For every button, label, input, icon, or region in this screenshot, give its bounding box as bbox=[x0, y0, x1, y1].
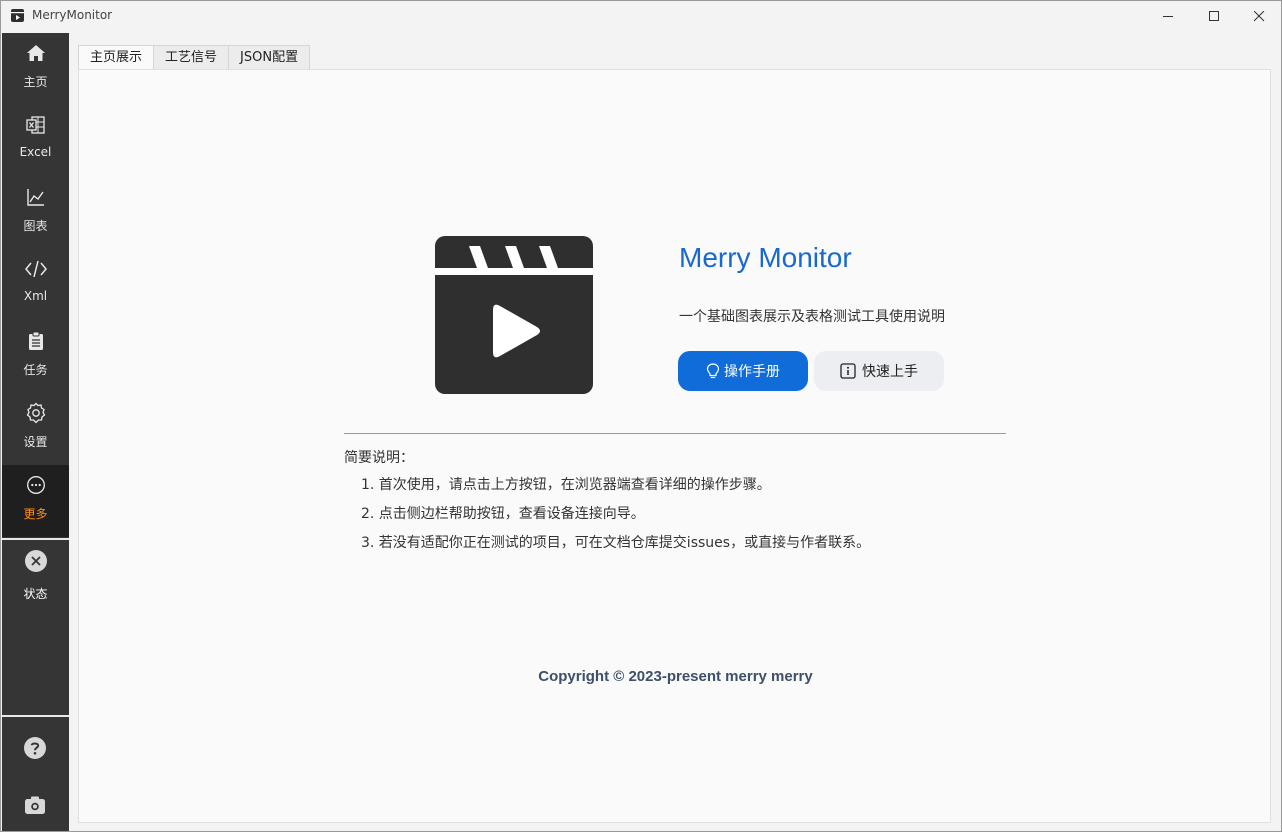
sidebar-item-label: 图表 bbox=[23, 219, 48, 233]
app-description: 一个基础图表展示及表格测试工具使用说明 bbox=[679, 309, 945, 325]
sidebar-item-label: 主页 bbox=[23, 75, 48, 89]
notes-list: 1. 首次使用，请点击上方按钮，在浏览器端查看详细的操作步骤。 2. 点击侧边栏… bbox=[361, 475, 870, 562]
home-panel: Merry Monitor 一个基础图表展示及表格测试工具使用说明 操作手册 快… bbox=[78, 69, 1271, 823]
help-button[interactable] bbox=[23, 736, 47, 760]
quick-start-button[interactable]: 快速上手 bbox=[814, 351, 944, 391]
info-icon bbox=[840, 363, 856, 379]
copyright-text: Copyright © 2023-present merry merry bbox=[538, 668, 813, 685]
gear-icon bbox=[26, 402, 45, 424]
camera-icon bbox=[25, 796, 45, 814]
sidebar-item-excel[interactable]: Excel bbox=[2, 105, 69, 177]
chart-icon bbox=[26, 189, 44, 206]
app-logo-icon bbox=[11, 9, 24, 22]
sidebar-item-label: Xml bbox=[23, 289, 48, 303]
manual-button-label: 操作手册 bbox=[724, 364, 780, 380]
sidebar: 主页 Excel 图表 Xml 任务 设置 更多 状态 bbox=[2, 33, 69, 831]
list-item: 3. 若没有适配你正在测试的项目，可在文档仓库提交issues，或直接与作者联系… bbox=[361, 535, 871, 551]
close-icon bbox=[1253, 11, 1264, 22]
code-icon bbox=[24, 260, 47, 278]
sidebar-item-label: 更多 bbox=[23, 507, 48, 521]
sidebar-item-label: 任务 bbox=[23, 363, 48, 377]
help-icon bbox=[24, 737, 46, 759]
close-button[interactable] bbox=[1236, 1, 1282, 32]
quick-start-button-label: 快速上手 bbox=[862, 364, 918, 380]
notes-title: 简要说明： bbox=[344, 450, 414, 466]
home-icon bbox=[26, 45, 45, 61]
sidebar-divider bbox=[2, 538, 69, 540]
sidebar-item-tasks[interactable]: 任务 bbox=[2, 321, 69, 393]
maximize-button[interactable] bbox=[1191, 1, 1237, 32]
window-title: MerryMonitor bbox=[32, 8, 113, 22]
minimize-button[interactable] bbox=[1145, 1, 1191, 32]
lightbulb-icon bbox=[706, 363, 720, 379]
sidebar-divider bbox=[2, 715, 69, 717]
status-indicator[interactable]: 状态 bbox=[2, 547, 69, 619]
section-divider bbox=[344, 433, 1006, 434]
video-clapper-icon bbox=[435, 236, 593, 394]
status-label: 状态 bbox=[23, 587, 48, 601]
tab-home-display[interactable]: 主页展示 bbox=[78, 45, 155, 71]
screenshot-button[interactable] bbox=[23, 793, 47, 817]
tab-bar: 主页展示 工艺信号 JSON配置 bbox=[78, 45, 311, 71]
sidebar-item-home[interactable]: 主页 bbox=[2, 33, 69, 105]
excel-icon bbox=[25, 116, 45, 134]
close-circle-icon bbox=[24, 550, 47, 572]
manual-button[interactable]: 操作手册 bbox=[678, 351, 808, 391]
maximize-icon bbox=[1208, 11, 1219, 21]
sidebar-item-chart[interactable]: 图表 bbox=[2, 177, 69, 249]
sidebar-item-xml[interactable]: Xml bbox=[2, 249, 69, 321]
minimize-icon bbox=[1162, 16, 1173, 17]
sidebar-item-more[interactable]: 更多 bbox=[2, 465, 69, 537]
tab-process-signal[interactable]: 工艺信号 bbox=[153, 45, 230, 70]
list-item: 1. 首次使用，请点击上方按钮，在浏览器端查看详细的操作步骤。 bbox=[361, 477, 771, 493]
app-name: Merry Monitor bbox=[679, 242, 852, 273]
sidebar-item-label: Excel bbox=[19, 145, 52, 159]
title-bar: MerryMonitor bbox=[1, 1, 1281, 32]
sidebar-item-settings[interactable]: 设置 bbox=[2, 393, 69, 465]
sidebar-item-label: 设置 bbox=[23, 435, 48, 449]
tab-json-config[interactable]: JSON配置 bbox=[228, 45, 311, 70]
more-icon bbox=[26, 476, 45, 494]
list-item: 2. 点击侧边栏帮助按钮，查看设备连接向导。 bbox=[361, 506, 645, 522]
clipboard-icon bbox=[28, 331, 43, 350]
app-window: MerryMonitor 主页 Excel 图表 Xml 任务 设置 更多 状态… bbox=[0, 0, 1282, 832]
